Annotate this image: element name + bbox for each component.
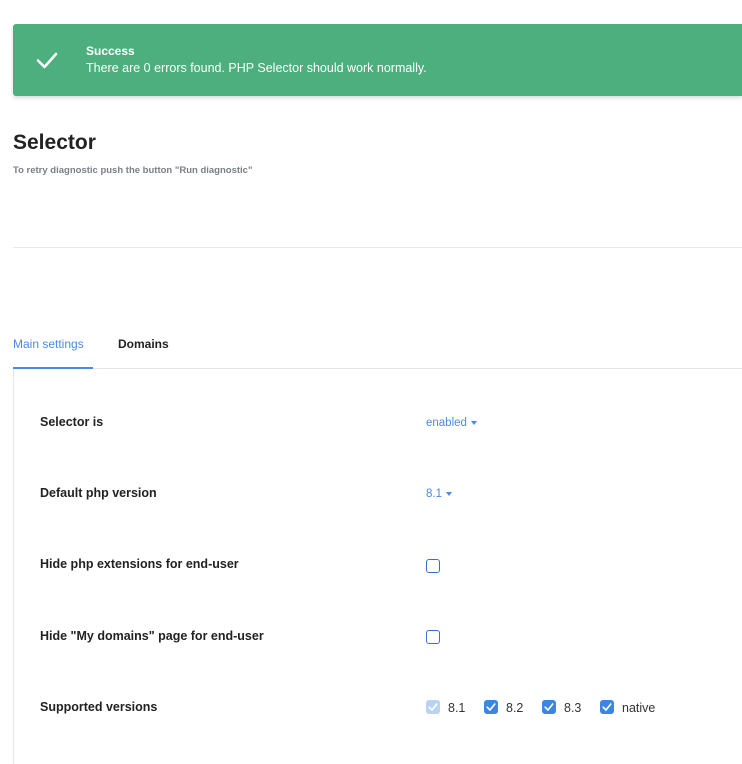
- page-subtitle: To retry diagnostic push the button "Run…: [13, 165, 253, 176]
- divider: [13, 247, 742, 248]
- supported-versions-label: Supported versions: [40, 700, 158, 714]
- version-8-3-label: 8.3: [564, 701, 582, 715]
- selector-value: enabled: [426, 417, 467, 429]
- success-alert: Success There are 0 errors found. PHP Se…: [13, 24, 742, 96]
- version-8-2-label: 8.2: [506, 701, 524, 715]
- tab-domains[interactable]: Domains: [118, 328, 169, 369]
- tab-main-settings[interactable]: Main settings: [13, 328, 93, 369]
- hide-extensions-label: Hide php extensions for end-user: [40, 557, 239, 571]
- tab-bar: Main settings Domains: [13, 328, 742, 369]
- selector-label: Selector is: [40, 415, 104, 429]
- default-version-label: Default php version: [40, 486, 157, 500]
- version-8-3-checkbox[interactable]: [542, 700, 556, 714]
- check-icon: [36, 52, 58, 69]
- page-title: Selector: [13, 131, 96, 154]
- version-native-checkbox[interactable]: [600, 700, 614, 714]
- alert-message: There are 0 errors found. PHP Selector s…: [86, 61, 427, 75]
- version-8-2-checkbox[interactable]: [484, 700, 498, 714]
- default-version-value: 8.1: [426, 488, 442, 500]
- version-8-1-label: 8.1: [448, 701, 466, 715]
- version-native-label: native: [622, 701, 656, 715]
- hide-my-domains-label: Hide "My domains" page for end-user: [40, 629, 264, 643]
- default-version-dropdown[interactable]: 8.1: [426, 488, 452, 500]
- hide-extensions-checkbox[interactable]: [426, 559, 440, 573]
- alert-title: Success: [86, 44, 135, 58]
- hide-my-domains-checkbox[interactable]: [426, 630, 440, 644]
- selector-dropdown[interactable]: enabled: [426, 417, 477, 429]
- caret-down-icon: [446, 491, 452, 496]
- caret-down-icon: [470, 420, 477, 425]
- version-8-1-checkbox: [426, 700, 440, 714]
